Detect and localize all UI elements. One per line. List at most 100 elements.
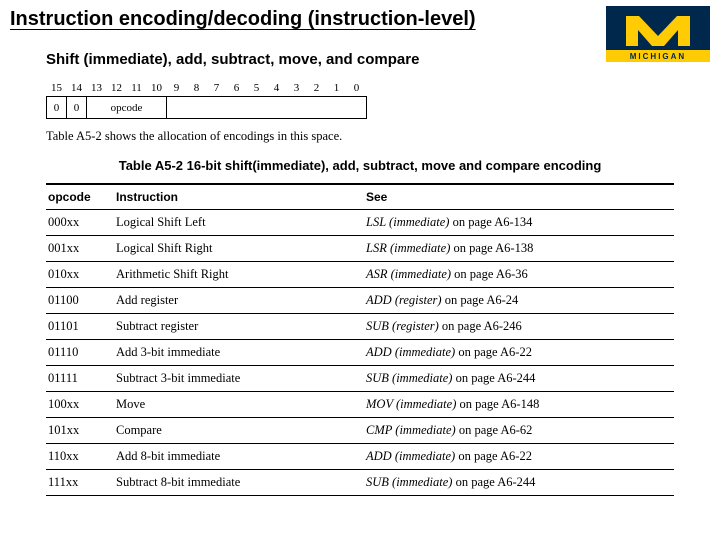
td-see: ASR (immediate) on page A6-36 [364, 262, 674, 288]
td-opcode: 010xx [46, 262, 114, 288]
see-page: on page A6-134 [449, 215, 532, 229]
td-opcode: 000xx [46, 210, 114, 236]
see-mnemonic: ADD (immediate) [366, 449, 455, 463]
td-see: SUB (immediate) on page A6-244 [364, 470, 674, 496]
bit-diagram: 15 14 13 12 11 10 9 8 7 6 5 4 3 2 1 0 0 … [46, 80, 367, 119]
bit-cell-opcode: opcode [87, 97, 167, 119]
bit-num: 5 [247, 80, 267, 97]
th-see: See [364, 184, 674, 210]
table-row: 000xxLogical Shift LeftLSL (immediate) o… [46, 210, 674, 236]
td-opcode: 110xx [46, 444, 114, 470]
content-area: Shift (immediate), add, subtract, move, … [0, 33, 720, 496]
bit-numbers-row: 15 14 13 12 11 10 9 8 7 6 5 4 3 2 1 0 [47, 80, 367, 97]
bit-num: 6 [227, 80, 247, 97]
see-page: on page A6-36 [451, 267, 528, 281]
see-mnemonic: LSL (immediate) [366, 215, 449, 229]
see-page: on page A6-22 [455, 345, 532, 359]
th-opcode: opcode [46, 184, 114, 210]
bit-cell-14: 0 [67, 97, 87, 119]
td-opcode: 101xx [46, 418, 114, 444]
td-opcode: 01100 [46, 288, 114, 314]
bit-num: 3 [287, 80, 307, 97]
table-head-row: opcode Instruction See [46, 184, 674, 210]
encoding-table: opcode Instruction See 000xxLogical Shif… [46, 183, 674, 496]
td-instruction: Compare [114, 418, 364, 444]
bit-num: 9 [167, 80, 187, 97]
td-opcode: 001xx [46, 236, 114, 262]
td-see: ADD (register) on page A6-24 [364, 288, 674, 314]
table-row: 01100Add registerADD (register) on page … [46, 288, 674, 314]
bit-num: 7 [207, 80, 227, 97]
td-instruction: Add register [114, 288, 364, 314]
bit-cell-15: 0 [47, 97, 67, 119]
td-instruction: Subtract 8-bit immediate [114, 470, 364, 496]
table-row: 01111Subtract 3-bit immediateSUB (immedi… [46, 366, 674, 392]
td-opcode: 01101 [46, 314, 114, 340]
caption-text: Table A5-2 shows the allocation of encod… [46, 129, 674, 144]
see-page: on page A6-246 [439, 319, 522, 333]
bit-num: 2 [307, 80, 327, 97]
td-see: ADD (immediate) on page A6-22 [364, 340, 674, 366]
bit-num: 1 [327, 80, 347, 97]
see-page: on page A6-22 [455, 449, 532, 463]
see-mnemonic: SUB (immediate) [366, 371, 452, 385]
bit-num: 8 [187, 80, 207, 97]
td-opcode: 100xx [46, 392, 114, 418]
table-row: 100xxMoveMOV (immediate) on page A6-148 [46, 392, 674, 418]
td-instruction: Subtract register [114, 314, 364, 340]
table-row: 111xxSubtract 8-bit immediateSUB (immedi… [46, 470, 674, 496]
see-page: on page A6-244 [452, 475, 535, 489]
bit-fields-row: 0 0 opcode [47, 97, 367, 119]
bit-num: 11 [127, 80, 147, 97]
bit-num: 4 [267, 80, 287, 97]
table-row: 010xxArithmetic Shift RightASR (immediat… [46, 262, 674, 288]
td-instruction: Logical Shift Right [114, 236, 364, 262]
see-mnemonic: SUB (register) [366, 319, 439, 333]
michigan-logo: MICHIGAN [606, 6, 710, 62]
see-page: on page A6-138 [450, 241, 533, 255]
see-page: on page A6-62 [456, 423, 533, 437]
td-see: LSL (immediate) on page A6-134 [364, 210, 674, 236]
table-row: 01110Add 3-bit immediateADD (immediate) … [46, 340, 674, 366]
see-mnemonic: ADD (immediate) [366, 345, 455, 359]
see-page: on page A6-24 [442, 293, 519, 307]
table-row: 001xxLogical Shift RightLSR (immediate) … [46, 236, 674, 262]
bit-num: 15 [47, 80, 67, 97]
see-mnemonic: ADD (register) [366, 293, 442, 307]
svg-text:MICHIGAN: MICHIGAN [630, 52, 686, 61]
td-opcode: 01111 [46, 366, 114, 392]
td-see: SUB (register) on page A6-246 [364, 314, 674, 340]
table-row: 101xxCompareCMP (immediate) on page A6-6… [46, 418, 674, 444]
see-page: on page A6-148 [456, 397, 539, 411]
see-mnemonic: ASR (immediate) [366, 267, 451, 281]
td-opcode: 01110 [46, 340, 114, 366]
td-instruction: Arithmetic Shift Right [114, 262, 364, 288]
see-mnemonic: MOV (immediate) [366, 397, 456, 411]
td-instruction: Subtract 3-bit immediate [114, 366, 364, 392]
see-mnemonic: LSR (immediate) [366, 241, 450, 255]
see-mnemonic: CMP (immediate) [366, 423, 456, 437]
td-instruction: Logical Shift Left [114, 210, 364, 236]
bit-num: 14 [67, 80, 87, 97]
bit-num: 0 [347, 80, 367, 97]
td-instruction: Add 8-bit immediate [114, 444, 364, 470]
see-page: on page A6-244 [452, 371, 535, 385]
td-see: SUB (immediate) on page A6-244 [364, 366, 674, 392]
td-see: ADD (immediate) on page A6-22 [364, 444, 674, 470]
see-mnemonic: SUB (immediate) [366, 475, 452, 489]
bit-num: 10 [147, 80, 167, 97]
td-instruction: Move [114, 392, 364, 418]
section-heading: Shift (immediate), add, subtract, move, … [46, 51, 674, 68]
bit-cell-rest [167, 97, 367, 119]
td-opcode: 111xx [46, 470, 114, 496]
table-row: 110xxAdd 8-bit immediateADD (immediate) … [46, 444, 674, 470]
table-row: 01101Subtract registerSUB (register) on … [46, 314, 674, 340]
bit-num: 13 [87, 80, 107, 97]
table-title: Table A5-2 16-bit shift(immediate), add,… [46, 158, 674, 173]
bit-num: 12 [107, 80, 127, 97]
td-see: LSR (immediate) on page A6-138 [364, 236, 674, 262]
td-see: CMP (immediate) on page A6-62 [364, 418, 674, 444]
th-instruction: Instruction [114, 184, 364, 210]
td-see: MOV (immediate) on page A6-148 [364, 392, 674, 418]
td-instruction: Add 3-bit immediate [114, 340, 364, 366]
